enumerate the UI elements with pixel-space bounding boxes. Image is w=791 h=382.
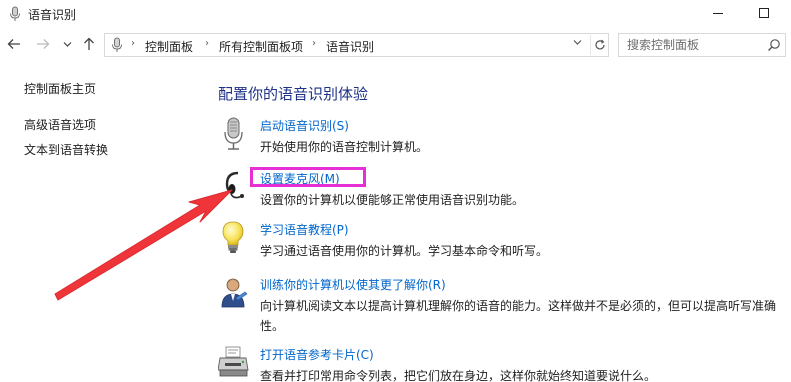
set-up-microphone-link[interactable]: 设置麦克风(M) (260, 170, 340, 187)
task-description: 开始使用你的语音控制计算机。 (260, 140, 429, 154)
address-history-dropdown[interactable] (570, 38, 584, 50)
train-computer-link[interactable]: 训练你的计算机以使其更了解你(R) (260, 276, 446, 293)
chevron-down-icon (63, 42, 71, 47)
address-bar[interactable]: › 控制面板 › 所有控制面板项 › 语音识别 (104, 33, 609, 57)
up-button[interactable] (80, 35, 98, 53)
breadcrumb-speech-recognition[interactable]: 语音识别 (326, 38, 374, 55)
forward-button[interactable] (34, 35, 52, 53)
arrow-right-icon (37, 39, 50, 49)
link-control-panel-home[interactable]: 控制面板主页 (24, 80, 96, 97)
refresh-icon (594, 39, 605, 50)
headset-icon (225, 171, 244, 199)
breadcrumb-control-panel[interactable]: 控制面板 (145, 38, 193, 55)
breadcrumb-all-items[interactable]: 所有控制面板项 (219, 38, 303, 55)
title-bar: 语音识别 (0, 0, 791, 28)
printer-icon (218, 346, 249, 377)
microphone-icon (112, 37, 122, 52)
search-icon[interactable] (767, 38, 781, 52)
page-title: 配置你的语音识别体验 (218, 85, 369, 103)
breadcrumb-separator[interactable]: › (205, 38, 209, 49)
breadcrumb-separator: › (131, 38, 135, 49)
minimize-button[interactable] (695, 0, 741, 28)
microphone-icon (224, 117, 243, 150)
window-title: 语音识别 (28, 8, 77, 22)
task-description: 向计算机阅读文本以提高计算机理解你的语音的能力。这样做并不是必须的，但可以提高听… (260, 299, 777, 333)
speech-reference-card-link[interactable]: 打开语音参考卡片(C) (260, 346, 374, 363)
chevron-down-icon (573, 40, 581, 45)
speech-tutorial-link[interactable]: 学习语音教程(P) (260, 221, 349, 238)
user-training-icon (221, 278, 248, 308)
link-advanced-speech-options[interactable]: 高级语音选项 (24, 116, 96, 133)
arrow-up-icon (84, 37, 94, 50)
microphone-icon (10, 6, 20, 21)
task-description: 设置你的计算机以便能够正常使用语音识别功能。 (260, 193, 525, 207)
search-box[interactable] (618, 33, 786, 57)
arrow-left-icon (7, 39, 20, 49)
search-input[interactable] (619, 34, 764, 56)
start-speech-recognition-link[interactable]: 启动语音识别(S) (260, 117, 349, 134)
back-button[interactable] (5, 35, 23, 53)
link-text-to-speech[interactable]: 文本到语音转换 (24, 141, 108, 158)
refresh-button[interactable] (590, 35, 608, 55)
navigation-bar: › 控制面板 › 所有控制面板项 › 语音识别 (0, 30, 791, 60)
recent-locations-button[interactable] (58, 35, 76, 53)
maximize-button[interactable] (741, 0, 787, 28)
breadcrumb-separator[interactable]: › (312, 38, 316, 49)
task-description: 查看并打印常用命令列表，把它们放在身边，这样你就始终知道要说什么。 (260, 369, 657, 382)
task-description: 学习通过语音使用你的计算机。学习基本命令和听写。 (260, 244, 549, 258)
lightbulb-icon (222, 221, 244, 253)
